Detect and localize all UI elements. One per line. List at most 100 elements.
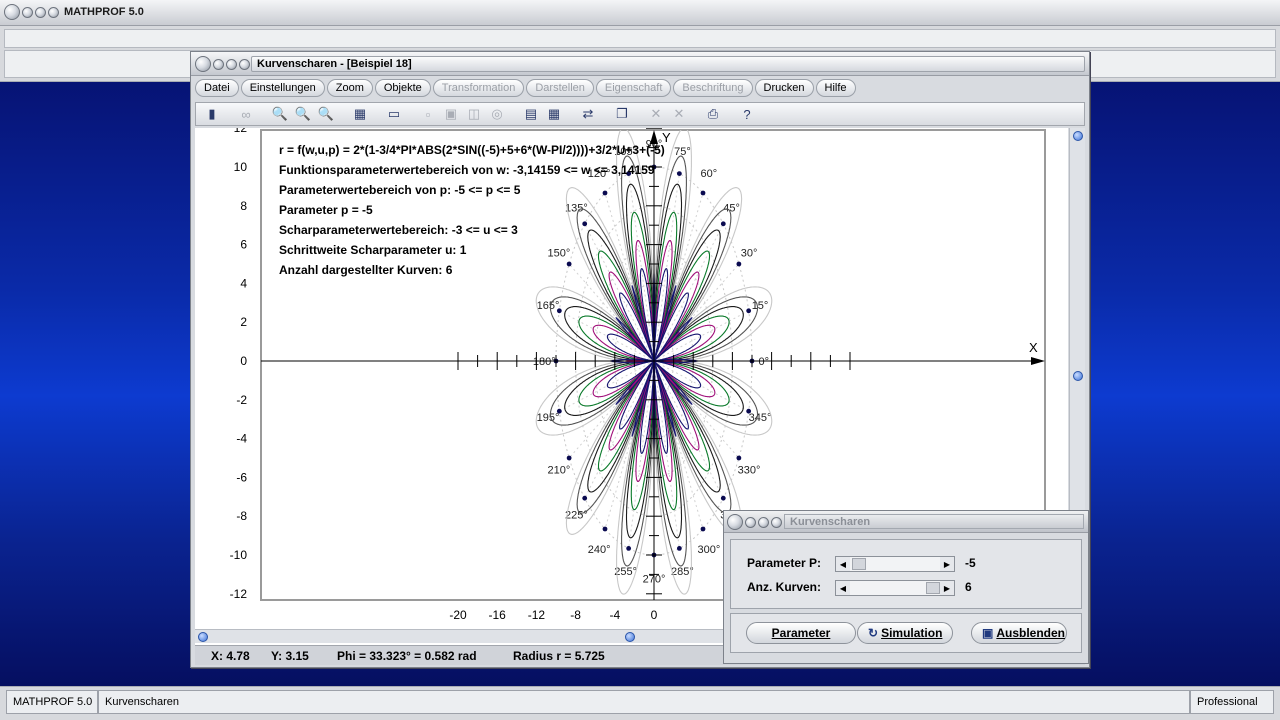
print-icon[interactable]: ⎙ xyxy=(703,105,723,123)
y-tick-label: -6 xyxy=(236,470,247,484)
remove-icon[interactable]: ✕ xyxy=(646,105,666,123)
band-strip-1 xyxy=(4,29,1276,48)
settings-icon[interactable]: ▦ xyxy=(350,105,370,123)
exit-icon[interactable]: ▮ xyxy=(202,105,222,123)
menu-objekte[interactable]: Objekte xyxy=(374,79,431,97)
remove-all-icon[interactable]: ✕ xyxy=(669,105,689,123)
polar-grid-marker xyxy=(736,455,742,461)
close-orb-icon[interactable] xyxy=(195,56,211,72)
slider-right-arrow-icon[interactable]: ▶ xyxy=(940,557,954,571)
polar-angle-label: 345° xyxy=(749,412,772,424)
minimize-orb-icon[interactable] xyxy=(745,517,756,528)
slider-right-arrow-icon[interactable]: ▶ xyxy=(940,581,954,595)
x-tick-label: -16 xyxy=(489,608,507,622)
zoom-icon[interactable]: 🔍 xyxy=(293,105,313,123)
y-tick-label: -4 xyxy=(236,432,247,446)
x-readout: X: 4.78 xyxy=(211,649,250,663)
menu-transformation: Transformation xyxy=(432,79,525,97)
x-tick-label: -8 xyxy=(570,608,581,622)
box-icon[interactable]: ▫ xyxy=(418,105,438,123)
menu-drucken[interactable]: Drucken xyxy=(754,79,814,97)
menu-darstellen: Darstellen xyxy=(526,79,594,97)
status-bar: MATHPROF 5.0 Kurvenscharen Professional xyxy=(0,686,1280,720)
x-axis-label: X xyxy=(1029,340,1038,355)
restore-orb-icon[interactable] xyxy=(771,517,782,528)
menu-hilfe[interactable]: Hilfe xyxy=(815,79,856,97)
y-tick-label: -2 xyxy=(236,393,247,407)
hide-icon: ▣ xyxy=(982,626,994,640)
window-controls xyxy=(195,56,250,72)
zoom-in-icon[interactable]: 🔍 xyxy=(316,105,336,123)
y-tick-label: 12 xyxy=(234,128,248,135)
polar-grid-marker xyxy=(676,171,682,177)
polar-grid-marker xyxy=(582,221,588,227)
x-tick-label: -4 xyxy=(609,608,620,622)
polar-grid-marker xyxy=(720,221,726,227)
icon-toolbar: ▮ ∞ 🔍 🔍 🔍 ▦ ▭ ▫ ▣ ◫ ◎ ▤ ▦ ⇄ ❐ ✕ ✕ ⎙? xyxy=(195,102,1085,126)
polar-angle-label: 210° xyxy=(548,465,571,477)
phi-readout: Phi = 33.323° = 0.582 rad xyxy=(337,649,477,663)
parameter-button-label: Parameter xyxy=(771,626,831,640)
maximize-orb-icon[interactable] xyxy=(226,59,237,70)
panel-titlebar[interactable]: Kurvenscharen xyxy=(724,511,1088,533)
close-orb-icon[interactable] xyxy=(4,4,20,20)
parameter-value: -5 xyxy=(965,556,976,570)
slider-left-arrow-icon[interactable]: ◀ xyxy=(836,557,850,571)
zoom-out-icon[interactable]: 🔍 xyxy=(270,105,290,123)
polar-grid-marker xyxy=(582,495,588,501)
plot-info-line: Parameterwertebereich von p: -5 <= p <= … xyxy=(279,183,521,197)
horizontal-scroll-thumb[interactable] xyxy=(625,632,635,642)
menu-datei[interactable]: Datei xyxy=(195,79,239,97)
parameter-slider[interactable]: ◀ ▶ xyxy=(835,556,955,572)
radius-readout: Radius r = 5.725 xyxy=(513,649,605,663)
x-tick-label: -20 xyxy=(449,608,467,622)
maximize-orb-icon[interactable] xyxy=(758,517,769,528)
restore-orb-icon[interactable] xyxy=(239,59,250,70)
menu-zoom[interactable]: Zoom xyxy=(326,79,373,97)
maximize-orb-icon[interactable] xyxy=(35,7,46,18)
vertical-scroll-thumb[interactable] xyxy=(1073,371,1083,381)
status-app: MATHPROF 5.0 xyxy=(6,690,98,714)
polar-angle-label: 150° xyxy=(548,247,571,259)
grid-icon[interactable]: ▣ xyxy=(441,105,461,123)
polar-grid-marker xyxy=(602,190,608,196)
polar-angle-label: 165° xyxy=(537,300,560,312)
parameter-button[interactable]: Parameter xyxy=(746,622,856,644)
polar-grid-marker xyxy=(720,495,726,501)
calc-icon[interactable]: ▦ xyxy=(544,105,564,123)
slider-left-arrow-icon[interactable]: ◀ xyxy=(836,581,850,595)
minimize-orb-icon[interactable] xyxy=(22,7,33,18)
window-icon[interactable]: ▭ xyxy=(384,105,404,123)
polar-angle-label: 0° xyxy=(758,356,769,368)
table-icon[interactable]: ▤ xyxy=(521,105,541,123)
polar-angle-label: 195° xyxy=(537,412,560,424)
help-icon[interactable]: ? xyxy=(737,105,757,123)
restore-orb-icon[interactable] xyxy=(48,7,59,18)
plot-info-line: Parameter p = -5 xyxy=(279,203,373,217)
y-tick-label: 0 xyxy=(240,354,247,368)
menu-einstellungen[interactable]: Einstellungen xyxy=(240,79,325,97)
minimize-orb-icon[interactable] xyxy=(213,59,224,70)
curves-slider[interactable]: ◀ ▶ xyxy=(835,580,955,596)
export-icon[interactable]: ⇄ xyxy=(578,105,598,123)
circle-icon[interactable]: ◎ xyxy=(487,105,507,123)
frame-icon[interactable]: ◫ xyxy=(464,105,484,123)
copy-icon[interactable]: ❐ xyxy=(612,105,632,123)
window-controls xyxy=(4,4,59,20)
simulation-button[interactable]: ↻ Simulation xyxy=(857,622,953,644)
close-orb-icon[interactable] xyxy=(727,514,743,530)
y-readout: Y: 3.15 xyxy=(271,649,309,663)
window-titlebar[interactable]: Kurvenscharen - [Beispiel 18] xyxy=(191,52,1089,76)
parameter-slider-thumb[interactable] xyxy=(852,558,866,570)
scroll-left-knob[interactable] xyxy=(198,632,208,642)
ausblenden-button[interactable]: ▣ Ausblenden xyxy=(971,622,1067,644)
menu-bar: Datei Einstellungen Zoom Objekte Transformat… xyxy=(195,79,1085,99)
scroll-up-knob[interactable] xyxy=(1073,131,1083,141)
polar-grid-marker xyxy=(566,261,572,267)
kurvenscharen-panel: Kurvenscharen Parameter P: ◀ ▶ -5 Anz. K… xyxy=(723,510,1089,664)
parameter-label: Parameter P: xyxy=(747,556,822,570)
polar-angle-label: 225° xyxy=(565,510,588,522)
glasses-icon[interactable]: ∞ xyxy=(236,105,256,123)
curves-slider-thumb[interactable] xyxy=(926,582,940,594)
y-tick-label: -10 xyxy=(230,548,248,562)
